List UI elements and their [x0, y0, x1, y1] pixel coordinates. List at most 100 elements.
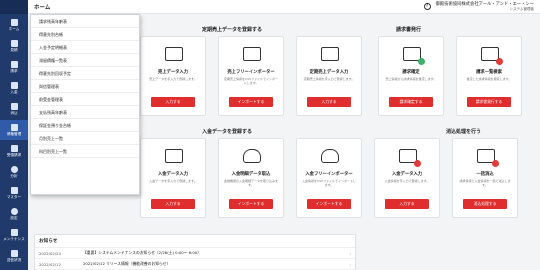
sidebar-item-master[interactable]: マスター	[0, 183, 28, 203]
sidebar-item-invoice[interactable]: 請求	[0, 57, 28, 77]
sidebar-item-label: メンテナンス	[3, 236, 25, 241]
user-menu[interactable]: 御殿技術協同株式会社アール・アンド・エー・シー システム管理者	[436, 2, 534, 11]
received-invoice-icon	[10, 144, 18, 152]
document-icon	[165, 47, 183, 61]
menu-item-account-sales[interactable]: 科目別売上一覧	[31, 145, 139, 158]
sidebar-item-estimate[interactable]: 見積	[0, 36, 28, 56]
search-document-icon	[481, 47, 503, 65]
card-billing-list: 請求一覧検索 確定した請求情報を検索します。 請求書発行する	[456, 36, 522, 116]
topbar-right: ? 御殿技術協同株式会社アール・アンド・エー・シー システム管理者	[423, 2, 534, 11]
sidebar-item-label: 送信状況	[6, 257, 22, 262]
card-title: 入金データ入力	[391, 172, 423, 177]
page-title: ホーム	[34, 4, 51, 11]
card-title: 売上フリーインポーター	[227, 70, 275, 75]
edit-document-icon	[399, 149, 421, 167]
sales-manual-input-button[interactable]: 入力する	[151, 97, 195, 107]
menu-item-aging-report[interactable]: 請求残高年齢表	[31, 15, 139, 28]
menu-item-monthly-sales[interactable]: 月別売上一覧	[31, 132, 139, 145]
menu-item-advance-management[interactable]: 前受金管理表	[31, 93, 139, 106]
menu-item-customer-ledger[interactable]: 得意先別台帳	[31, 28, 139, 41]
card-desc: 金融機関の入金明細データを取り込みます。	[223, 179, 278, 187]
analytics-icon	[10, 165, 18, 173]
section-title-sales: 定期売上データを登録する	[202, 27, 263, 33]
card-sales-manual: 売上データ入力 売上データを手入力で登録します。 入力する	[140, 36, 206, 116]
sales-input-button[interactable]: 入力する	[307, 97, 351, 107]
menu-item-payables-aging[interactable]: 支払残高年齢表	[31, 106, 139, 119]
menu-item-credit-management[interactable]: 與信管理表	[31, 80, 139, 93]
deposit-import-button[interactable]: インポートする	[229, 199, 273, 209]
menu-item-deposit-ledger[interactable]: 保証金預り金台帳	[31, 119, 139, 132]
card-deposit-input: 入金データ入力 入金情報を手入力で登録します。 入力する	[374, 138, 440, 218]
sidebar-item-label: ホーム	[8, 26, 20, 31]
sidebar-item-reconcile[interactable]: 消込	[0, 99, 28, 119]
card-sales-input: 定期売上データ入力 定期売上情報を手入力で登録します。 入力する	[296, 36, 362, 116]
help-icon[interactable]: ?	[423, 3, 431, 10]
card-deposit-free-importer: 入金フリーインポーター 入金情報をCSVファイルでインポートします。 インポート…	[296, 138, 362, 218]
news-text: 【重要】システムメンテナンスのお知らせ（2/26(土) 0:00〜 6:00）	[83, 250, 202, 255]
news-row[interactable]: 2022/02/12 2022/02/12 リリース情報（機能改善のお知らせ） …	[35, 259, 355, 270]
cloud-download-icon	[243, 149, 261, 163]
card-billing-confirm: 請求確定 売上情報から請求情報を確定します。 請求確定する	[378, 36, 444, 116]
news-row[interactable]: 2022/02/24 【重要】システムメンテナンスのお知らせ（2/26(土) 0…	[35, 248, 355, 259]
reconcile-icon	[10, 102, 18, 110]
sidebar-logo	[0, 0, 28, 14]
cloud-upload-icon	[321, 149, 339, 163]
card-title: 一括消込	[476, 172, 494, 177]
card-desc: 定期売上情報をCSVファイルでインポートします。	[223, 77, 279, 85]
card-desc: 売上データを手入力で登録します。	[149, 77, 197, 81]
news-title: お知らせ	[35, 235, 355, 248]
sidebar-item-label: 請求	[10, 68, 18, 73]
sidebar-item-settings[interactable]: 設定	[0, 204, 28, 224]
card-desc: 入金情報を手入力で登録します。	[384, 179, 430, 183]
sidebar-item-label: マスター	[6, 194, 22, 199]
receivables-icon	[10, 123, 18, 131]
keyboard-icon	[477, 149, 499, 167]
sidebar: ホーム 見積 請求 入金 消込 債権管理 受領請求 分析 マスター 設定 メンテ…	[0, 0, 28, 270]
card-desc: 請求情報と入金情報を一括で消込します。	[459, 179, 511, 187]
card-desc: 売上情報から請求情報を確定します。	[385, 77, 437, 81]
card-deposit-manual: 入金データ入力 入金データを手入力で登録します。 入力する	[140, 138, 206, 218]
payment-icon	[10, 81, 18, 89]
deposit-input-button[interactable]: 入力する	[385, 199, 429, 209]
menu-item-collection-schedule[interactable]: 得意先別回収予定	[31, 67, 139, 80]
master-icon	[10, 186, 18, 194]
menu-item-payment-schedule[interactable]: 入金予定明細表	[31, 41, 139, 54]
user-role: システム管理者	[509, 7, 534, 11]
estimate-icon	[10, 39, 18, 47]
card-sales-free-importer: 売上フリーインポーター 定期売上情報をCSVファイルでインポートします。 インポ…	[218, 36, 284, 116]
card-title: 入金データ入力	[157, 172, 189, 177]
sidebar-item-label: 見積	[10, 47, 18, 52]
sidebar-item-home[interactable]: ホーム	[0, 15, 28, 35]
sidebar-item-maintenance[interactable]: メンテナンス	[0, 225, 28, 245]
sidebar-item-send-status[interactable]: 送信状況	[0, 246, 28, 266]
billing-issue-button[interactable]: 請求書発行する	[467, 97, 511, 107]
sidebar-item-analytics[interactable]: 分析	[0, 162, 28, 182]
billing-confirm-button[interactable]: 請求確定する	[389, 97, 433, 107]
settings-icon	[10, 207, 18, 215]
sidebar-item-payment[interactable]: 入金	[0, 78, 28, 98]
card-title: 売上データ入力	[157, 70, 189, 75]
check-document-icon	[403, 47, 425, 65]
document-icon	[165, 149, 183, 163]
card-desc: 入金データを手入力で登録します。	[149, 179, 197, 183]
news-date: 2022/02/12	[39, 261, 61, 267]
maintenance-icon	[10, 228, 18, 236]
news-text: 2022/02/12 リリース情報（機能改善のお知らせ）	[83, 261, 171, 266]
deposit-free-import-button[interactable]: インポートする	[307, 199, 351, 209]
sales-import-button[interactable]: インポートする	[229, 97, 273, 107]
sidebar-item-label: 消込	[10, 110, 18, 115]
deposit-manual-button[interactable]: 入力する	[151, 199, 195, 209]
chevron-right-icon: ›	[349, 250, 351, 256]
menu-item-overdue-list[interactable]: 滞留債権一覧表	[31, 54, 139, 67]
section-title-billing: 請求書発行	[396, 27, 422, 33]
card-deposit-import: 入金明細データ取込 金融機関の入金明細データを取り込みます。 インポートする	[218, 138, 284, 218]
news-panel: お知らせ 2022/02/24 【重要】システムメンテナンスのお知らせ（2/26…	[34, 234, 356, 270]
invoice-icon	[10, 60, 18, 68]
sidebar-item-received-invoice[interactable]: 受領請求	[0, 141, 28, 161]
reconcile-button[interactable]: 消込処理する	[463, 199, 507, 209]
section-title-reconcile: 消込処理を行う	[446, 129, 482, 135]
sidebar-item-label: 債権管理	[6, 131, 22, 136]
sidebar-item-receivables[interactable]: 債権管理	[0, 120, 28, 140]
card-title: 入金フリーインポーター	[305, 172, 353, 177]
card-desc: 入金情報をCSVファイルでインポートします。	[301, 179, 357, 187]
